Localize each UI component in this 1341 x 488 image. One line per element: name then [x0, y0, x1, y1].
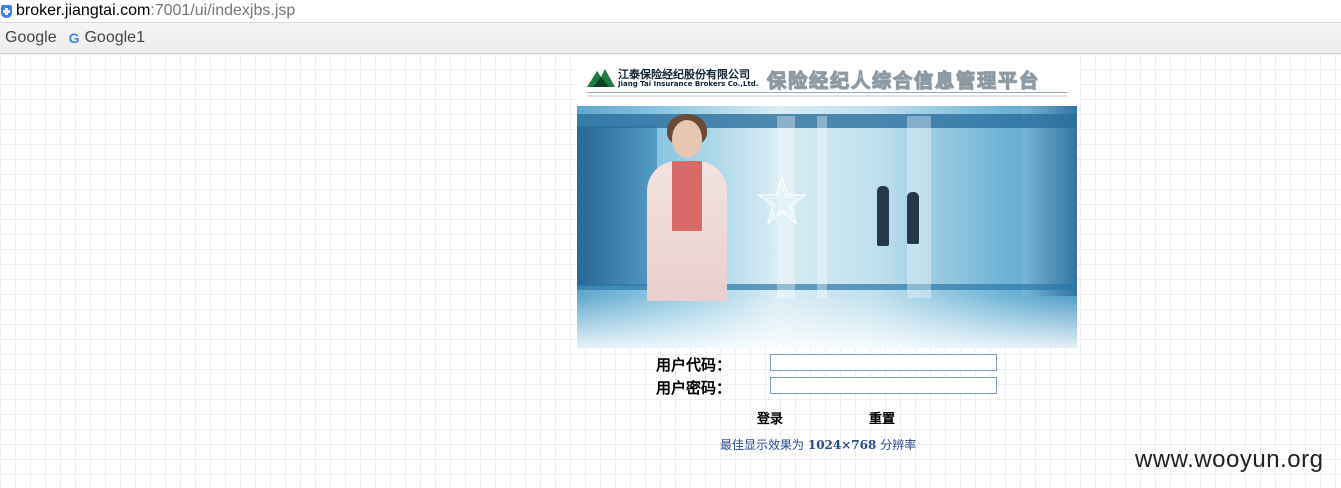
star-logo-icon	[757, 176, 807, 225]
woman-head	[672, 120, 702, 158]
bookmark-google1[interactable]: G Google1	[69, 29, 145, 47]
user-code-input[interactable]	[770, 354, 997, 371]
address-bar[interactable]: broker.jiangtai.com:7001/ui/indexjbs.jsp	[0, 0, 1341, 23]
url-host: broker.jiangtai.com	[16, 2, 151, 19]
photo-panel	[1022, 106, 1077, 296]
login-button[interactable]: 登录	[757, 408, 783, 427]
divider	[587, 95, 1067, 97]
watermark: www.wooyun.org	[1135, 446, 1324, 473]
banner-header: 江泰保险经纪股份有限公司 Jiang Tai Insurance Brokers…	[577, 58, 1077, 106]
bookmark-label: Google1	[84, 29, 145, 46]
banner: 江泰保险经纪股份有限公司 Jiang Tai Insurance Brokers…	[577, 58, 1077, 348]
resolution-suffix: 分辨率	[880, 438, 917, 452]
resolution-value: 1024×768	[807, 438, 877, 452]
company-logo-icon	[587, 69, 615, 87]
walking-person	[877, 186, 889, 246]
google-icon: G	[68, 30, 80, 46]
photo-band	[577, 114, 1077, 128]
url-path: :7001/ui/indexjbs.jsp	[150, 2, 296, 19]
bookmark-google[interactable]: Google	[5, 29, 57, 47]
photo-stripe	[817, 116, 827, 298]
security-shield-icon	[1, 4, 12, 18]
walking-person	[907, 192, 919, 244]
platform-title: 保险经纪人综合信息管理平台	[766, 70, 1041, 93]
resolution-hint: 最佳显示效果为 1024×768 分辨率	[720, 436, 916, 453]
reset-button[interactable]: 重置	[869, 408, 895, 427]
photo-panel	[577, 126, 657, 286]
user-code-label: 用户代码：	[656, 356, 732, 374]
company-name-en: Jiang Tai Insurance Brokers Co.,Ltd.	[618, 80, 759, 88]
url-text[interactable]: broker.jiangtai.com:7001/ui/indexjbs.jsp	[16, 2, 295, 20]
divider	[587, 92, 1067, 93]
resolution-prefix: 最佳显示效果为	[720, 438, 805, 452]
bookmark-label: Google	[5, 29, 57, 46]
woman-shirt	[672, 161, 702, 231]
password-input[interactable]	[770, 377, 997, 394]
password-label: 用户密码：	[656, 379, 732, 397]
bookmarks-bar: Google G Google1	[0, 23, 1341, 54]
banner-photo	[577, 106, 1077, 348]
